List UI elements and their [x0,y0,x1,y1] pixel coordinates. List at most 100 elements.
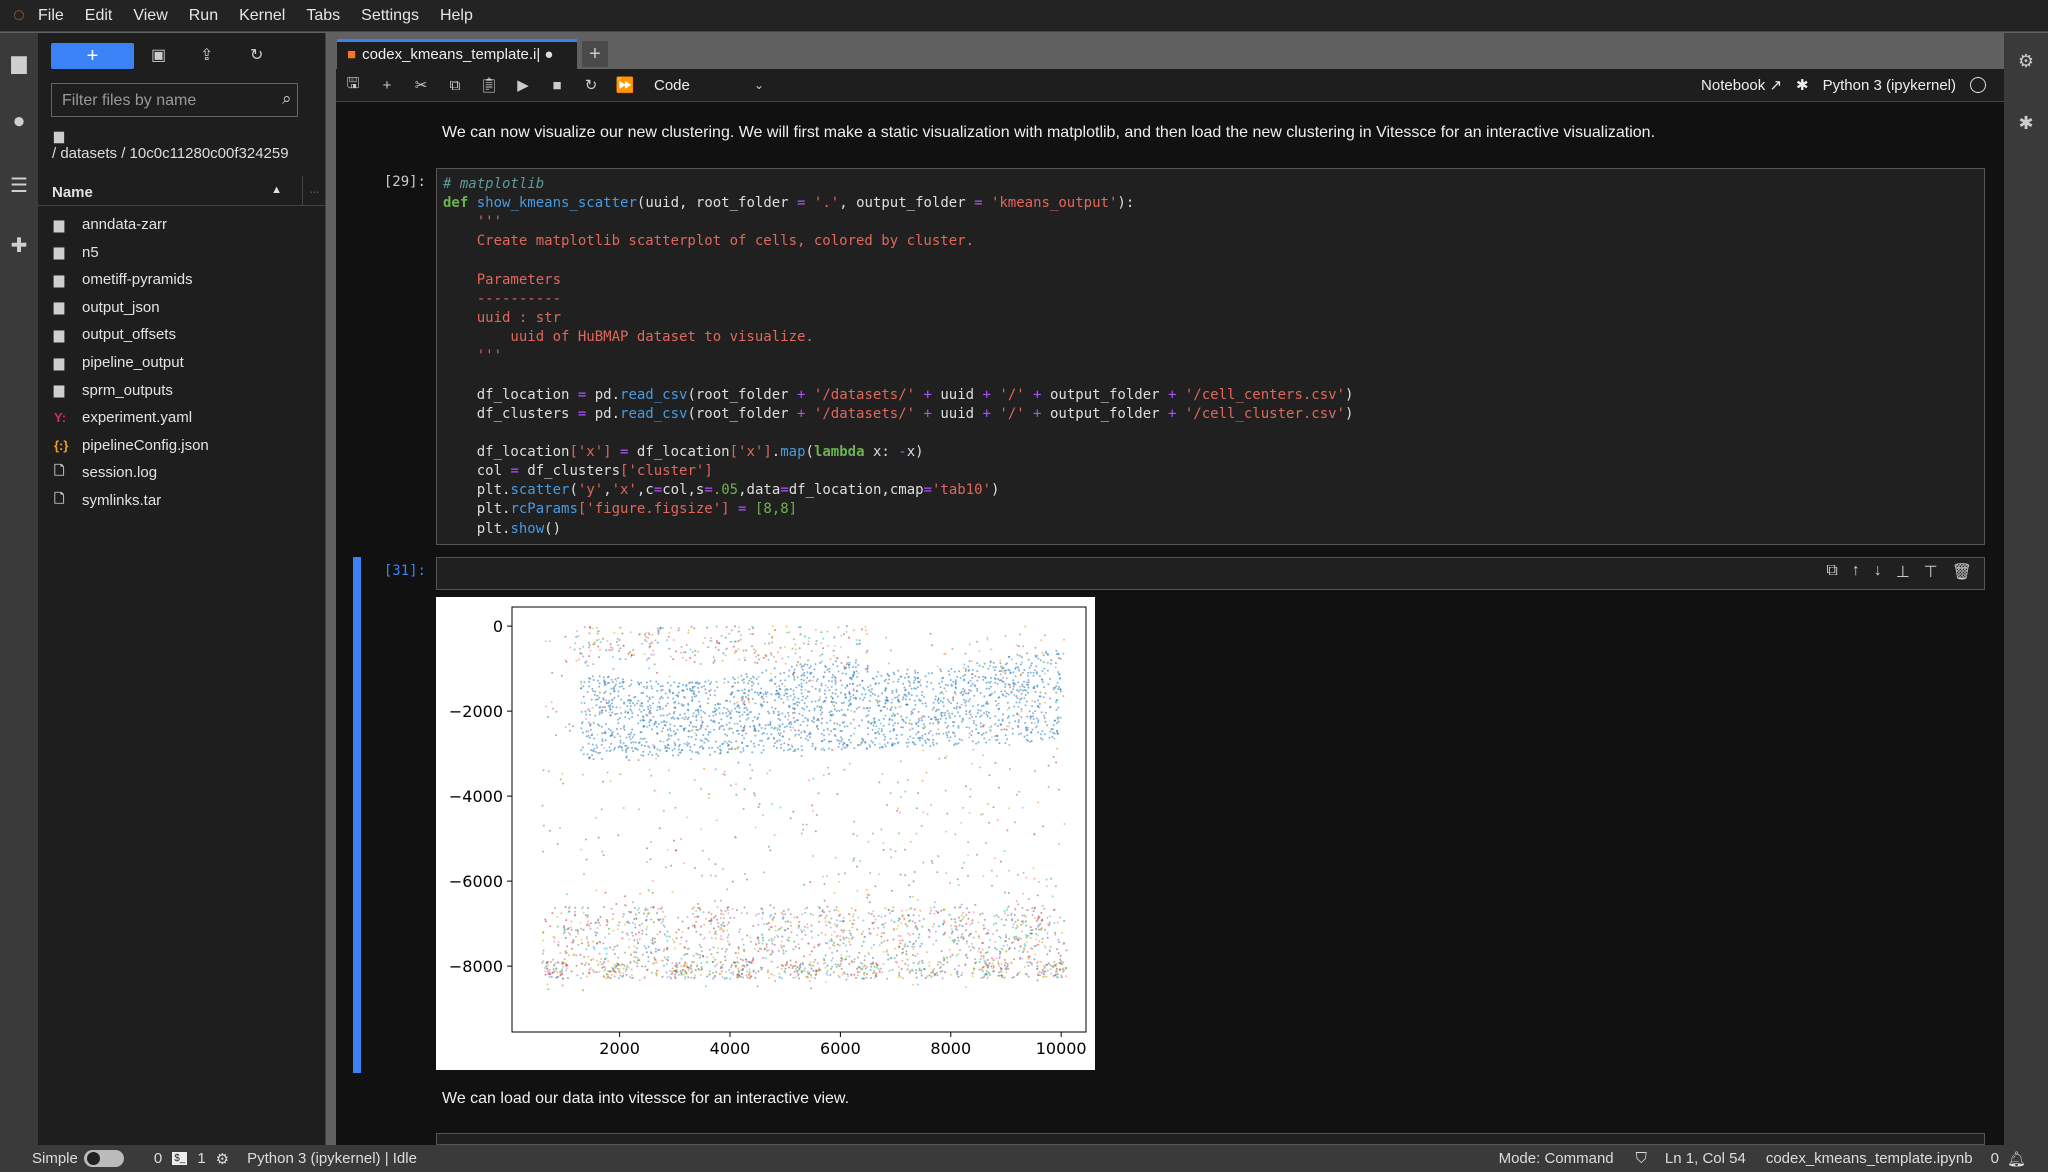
scatter-point [989,664,991,667]
markdown-cell-intro[interactable]: We can now visualize our new clustering.… [442,124,1655,142]
scatter-point [756,985,759,988]
scatter-point [559,826,561,829]
scatter-point [721,976,724,978]
new-launcher-button[interactable]: + [51,43,134,69]
code-token: ['x'] [729,443,772,460]
scatter-point [612,681,614,683]
file-item[interactable]: ▆ sprm_outputs [38,377,326,404]
scatter-point [554,962,557,965]
menu-edit[interactable]: Edit [85,7,113,25]
scatter-point [852,688,855,691]
scatter-point [588,644,591,646]
stop-icon[interactable]: ■ [540,77,574,94]
cut-icon[interactable]: ✂ [404,76,438,94]
open-notebook-button[interactable]: Notebook ↗ [1701,76,1782,94]
move-up-icon[interactable]: ↑ [1852,562,1860,582]
property-inspector-icon[interactable]: ⚙ [2004,51,2048,72]
kernel-count[interactable]: 1 [197,1150,205,1167]
code-token: 'tab10' [932,482,992,499]
active-cell-collapser[interactable] [353,557,361,1073]
breadcrumb[interactable]: / datasets / 10c0c11280c00f324259 [52,145,322,162]
upload-icon[interactable]: ⇪ [200,45,213,65]
extension-icon[interactable]: ✚ [0,233,38,258]
running-icon[interactable]: ⏺ [0,111,38,134]
copy-icon[interactable]: ⧉ [438,77,472,94]
scatter-point [975,742,978,745]
unsaved-dot-icon[interactable]: ● [544,46,553,63]
menu-help[interactable]: Help [440,7,473,25]
insert-above-icon[interactable]: ⊥ [1896,562,1910,582]
new-tab-button[interactable]: + [582,41,608,67]
folder-icon[interactable]: ▆ [0,50,38,75]
debugger-icon[interactable]: ✱ [2004,113,2048,134]
scatter-point [549,829,551,832]
code-cell-input-active[interactable]: show_kmeans_scatter(uuids[0], root_folde… [436,557,1985,613]
next-code-cell[interactable] [436,1133,1985,1145]
file-item[interactable]: ▆ ometiff-pyramids [38,266,326,293]
toc-icon[interactable]: ☰ [0,173,38,198]
scatter-point [1028,955,1031,958]
new-folder-icon[interactable]: ▣ [151,45,166,65]
menu-tabs[interactable]: Tabs [306,7,340,25]
menu-settings[interactable]: Settings [361,7,419,25]
terminal-count[interactable]: 0 [154,1150,162,1167]
scatter-point [773,699,776,702]
duplicate-cell-icon[interactable]: ⧉ [1826,562,1837,582]
scatter-point [998,957,1001,960]
scatter-point [1030,722,1033,724]
scatter-point [814,628,817,631]
menu-view[interactable]: View [133,7,167,25]
scatter-point [697,953,700,956]
file-item[interactable]: 🗋 session.log [38,459,326,486]
scatter-point [713,694,716,697]
debugger-icon[interactable]: ✱ [1796,76,1809,94]
save-icon[interactable]: 🖫 [336,73,370,98]
file-item[interactable]: ▆ anndata-zarr [38,211,326,238]
file-item[interactable]: Y: experiment.yaml [38,404,326,431]
column-header-name[interactable]: Name ▲ … [38,176,326,206]
chevron-down-icon[interactable]: ⌄ [754,78,764,92]
refresh-icon[interactable]: ↻ [250,45,263,65]
kernel-status[interactable]: Python 3 (ipykernel) | Idle [247,1150,417,1167]
cursor-position[interactable]: Ln 1, Col 54 [1665,1150,1746,1167]
scatter-point [681,931,684,933]
menu-run[interactable]: Run [189,7,218,25]
bell-icon[interactable]: 🔔︎ [2007,1150,2026,1168]
markdown-cell-vitessce[interactable]: We can load our data into vitessce for a… [442,1090,849,1108]
scatter-point [1022,645,1025,648]
file-item[interactable]: ▆ output_json [38,294,326,321]
simple-mode-toggle[interactable] [83,1150,124,1167]
cell-type-select[interactable]: Code [654,77,754,94]
scatter-point [594,934,597,937]
delete-cell-icon[interactable]: 🗑︎ [1952,562,1972,582]
run-icon[interactable]: ▶ [506,76,540,94]
paste-icon[interactable]: 📋︎ [472,76,506,94]
column-resize-handle[interactable]: … [302,176,326,206]
filter-files-input[interactable]: Filter files by name [51,83,298,117]
move-down-icon[interactable]: ↓ [1874,562,1882,582]
code-token: ) [1345,405,1354,422]
file-item[interactable]: 🗋 symlinks.tar [38,487,326,514]
menu-file[interactable]: File [38,7,64,25]
file-item[interactable]: {:} pipelineConfig.json [38,432,326,459]
restart-icon[interactable]: ↻ [574,76,608,94]
code-cell-input[interactable]: # matplotlib def show_kmeans_scatter(uuid… [436,168,1985,545]
scatter-point [1039,733,1042,736]
insert-below-icon[interactable]: ⊤ [1924,562,1938,582]
tab-notebook[interactable]: ■ codex_kmeans_template.i| ● [337,39,577,69]
menu-kernel[interactable]: Kernel [239,7,285,25]
scatter-point [689,689,692,692]
home-folder-icon[interactable]: ▆ [54,128,64,144]
kernel-name-button[interactable]: Python 3 (ipykernel) [1823,77,1956,94]
file-item[interactable]: ▆ n5 [38,239,326,266]
run-all-icon[interactable]: ⏩ [608,76,642,94]
scatter-point [850,934,853,937]
scatter-point [586,708,589,711]
add-cell-icon[interactable]: + [370,77,404,94]
scatter-point [619,682,621,684]
code-line: # matplotlib [443,175,1978,194]
file-item[interactable]: ▆ output_offsets [38,321,326,348]
file-item[interactable]: ▆ pipeline_output [38,349,326,376]
scatter-point [995,704,998,707]
notification-count[interactable]: 0 [1991,1150,1999,1167]
